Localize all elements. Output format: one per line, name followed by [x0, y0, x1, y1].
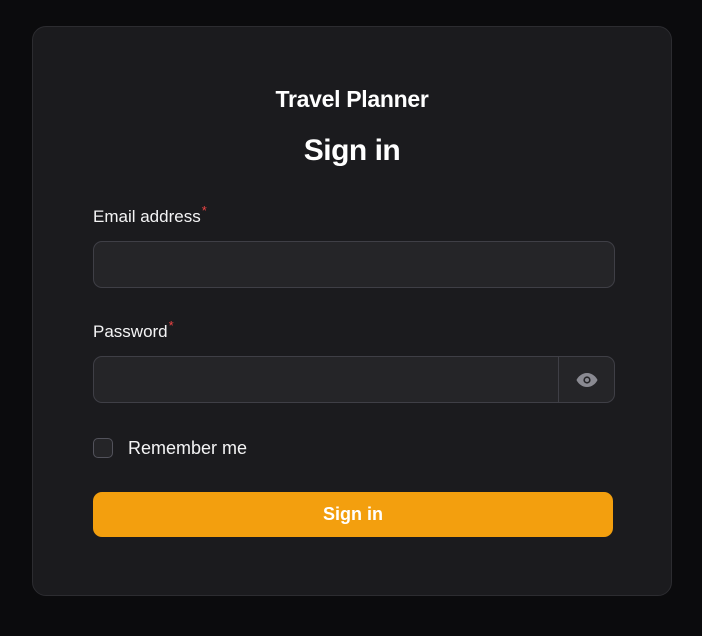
password-field[interactable] — [94, 357, 614, 402]
sign-in-card: Travel Planner Sign in Email address* Pa… — [32, 26, 672, 596]
remember-me-checkbox[interactable] — [93, 438, 113, 458]
email-label: Email address* — [93, 203, 207, 227]
required-marker: * — [168, 318, 174, 333]
email-field-wrapper — [93, 241, 615, 288]
sign-in-button[interactable]: Sign in — [93, 492, 613, 537]
email-field[interactable] — [94, 242, 614, 287]
app-title: Travel Planner — [275, 86, 429, 112]
page-title: Sign in — [303, 134, 401, 167]
eye-icon — [576, 372, 597, 387]
remember-me-row: Remember me — [93, 436, 247, 460]
remember-me-label[interactable]: Remember me — [128, 438, 247, 459]
toggle-password-visibility-button[interactable] — [558, 357, 614, 402]
email-label-text: Email address — [93, 207, 201, 226]
password-field-wrapper — [93, 356, 615, 403]
password-label: Password* — [93, 318, 174, 342]
required-marker: * — [201, 203, 207, 218]
password-label-text: Password — [93, 322, 168, 341]
